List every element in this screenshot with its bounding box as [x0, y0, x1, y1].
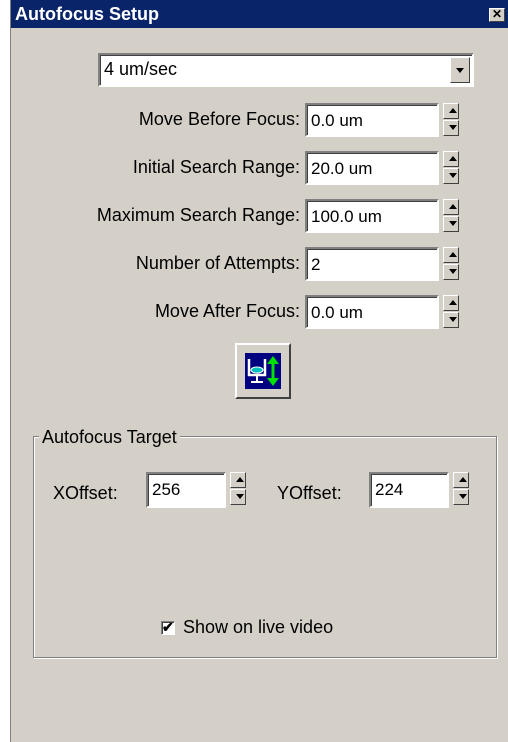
dropdown-button[interactable] [450, 57, 470, 83]
arrow-down-icon [236, 494, 244, 499]
move-after-focus-label: Move After Focus: [154, 301, 300, 321]
move-after-focus-field[interactable]: 0.0 um [305, 295, 439, 329]
move-before-focus-label: Move Before Focus: [138, 109, 300, 129]
spin-down-button[interactable] [443, 216, 459, 232]
close-icon: ✕ [491, 7, 503, 21]
arrow-down-icon [449, 269, 457, 274]
maximum-search-range-field[interactable]: 100.0 um [305, 199, 439, 233]
show-live-video-label[interactable]: Show on live video [183, 617, 333, 638]
arrow-down-icon [449, 125, 457, 130]
spin-up-button[interactable] [443, 199, 459, 215]
window-title: Autofocus Setup [15, 4, 159, 24]
arrow-up-icon [449, 300, 457, 305]
autofocus-target-title: Autofocus Target [39, 427, 180, 448]
move-before-focus-spinner [443, 103, 459, 137]
maximum-search-range-value: 100.0 um [311, 207, 382, 226]
title-bar: Autofocus Setup ✕ [11, 0, 508, 28]
spin-up-button[interactable] [443, 103, 459, 119]
yoffset-spinner [453, 472, 469, 506]
arrow-up-icon [449, 252, 457, 257]
arrow-up-icon [449, 108, 457, 113]
spin-down-button[interactable] [443, 312, 459, 328]
speed-dropdown[interactable]: 4 um/sec [98, 53, 474, 87]
initial-search-range-value: 20.0 um [311, 159, 373, 178]
number-of-attempts-field[interactable]: 2 [305, 247, 439, 281]
xoffset-spinner [230, 472, 246, 506]
arrow-down-icon [449, 221, 457, 226]
xoffset-field[interactable]: 256 [146, 472, 226, 508]
spin-down-button[interactable] [443, 264, 459, 280]
move-after-focus-value: 0.0 um [311, 303, 363, 322]
close-button[interactable]: ✕ [489, 8, 505, 22]
initial-search-range-spinner [443, 151, 459, 185]
xoffset-label: XOffset: [53, 483, 118, 503]
yoffset-value: 224 [375, 480, 404, 499]
initial-search-range-field[interactable]: 20.0 um [305, 151, 439, 185]
arrow-down-icon [459, 494, 467, 499]
spin-down-button[interactable] [443, 120, 459, 136]
number-of-attempts-spinner [443, 247, 459, 281]
speed-dropdown-value: 4 um/sec [104, 59, 178, 79]
number-of-attempts-label: Number of Attempts: [135, 253, 300, 273]
show-live-video-checkbox[interactable]: ✔ [161, 619, 175, 635]
checkmark-icon: ✔ [162, 619, 174, 635]
chevron-down-icon [456, 68, 464, 73]
arrow-up-icon [236, 477, 244, 482]
autofocus-icon [245, 353, 281, 389]
spin-up-button[interactable] [230, 472, 246, 488]
yoffset-label: YOffset: [277, 483, 342, 503]
initial-search-range-label: Initial Search Range: [132, 157, 300, 177]
arrow-up-icon [459, 477, 467, 482]
move-before-focus-field[interactable]: 0.0 um [305, 103, 439, 137]
yoffset-field[interactable]: 224 [369, 472, 449, 508]
move-after-focus-spinner [443, 295, 459, 329]
run-autofocus-button[interactable] [235, 343, 291, 399]
number-of-attempts-value: 2 [311, 255, 321, 274]
spin-up-button[interactable] [443, 151, 459, 167]
autofocus-setup-window: Autofocus Setup ✕ 4 um/sec Move Before F… [10, 0, 508, 742]
maximum-search-range-label: Maximum Search Range: [96, 205, 300, 225]
maximum-search-range-spinner [443, 199, 459, 233]
arrow-down-icon [449, 317, 457, 322]
spin-up-button[interactable] [443, 295, 459, 311]
move-before-focus-value: 0.0 um [311, 111, 363, 130]
arrow-down-icon [449, 173, 457, 178]
spin-up-button[interactable] [453, 472, 469, 488]
arrow-up-icon [449, 204, 457, 209]
spin-up-button[interactable] [443, 247, 459, 263]
arrow-up-icon [449, 156, 457, 161]
xoffset-value: 256 [152, 480, 181, 499]
spin-down-button[interactable] [453, 489, 469, 505]
spin-down-button[interactable] [230, 489, 246, 505]
spin-down-button[interactable] [443, 168, 459, 184]
